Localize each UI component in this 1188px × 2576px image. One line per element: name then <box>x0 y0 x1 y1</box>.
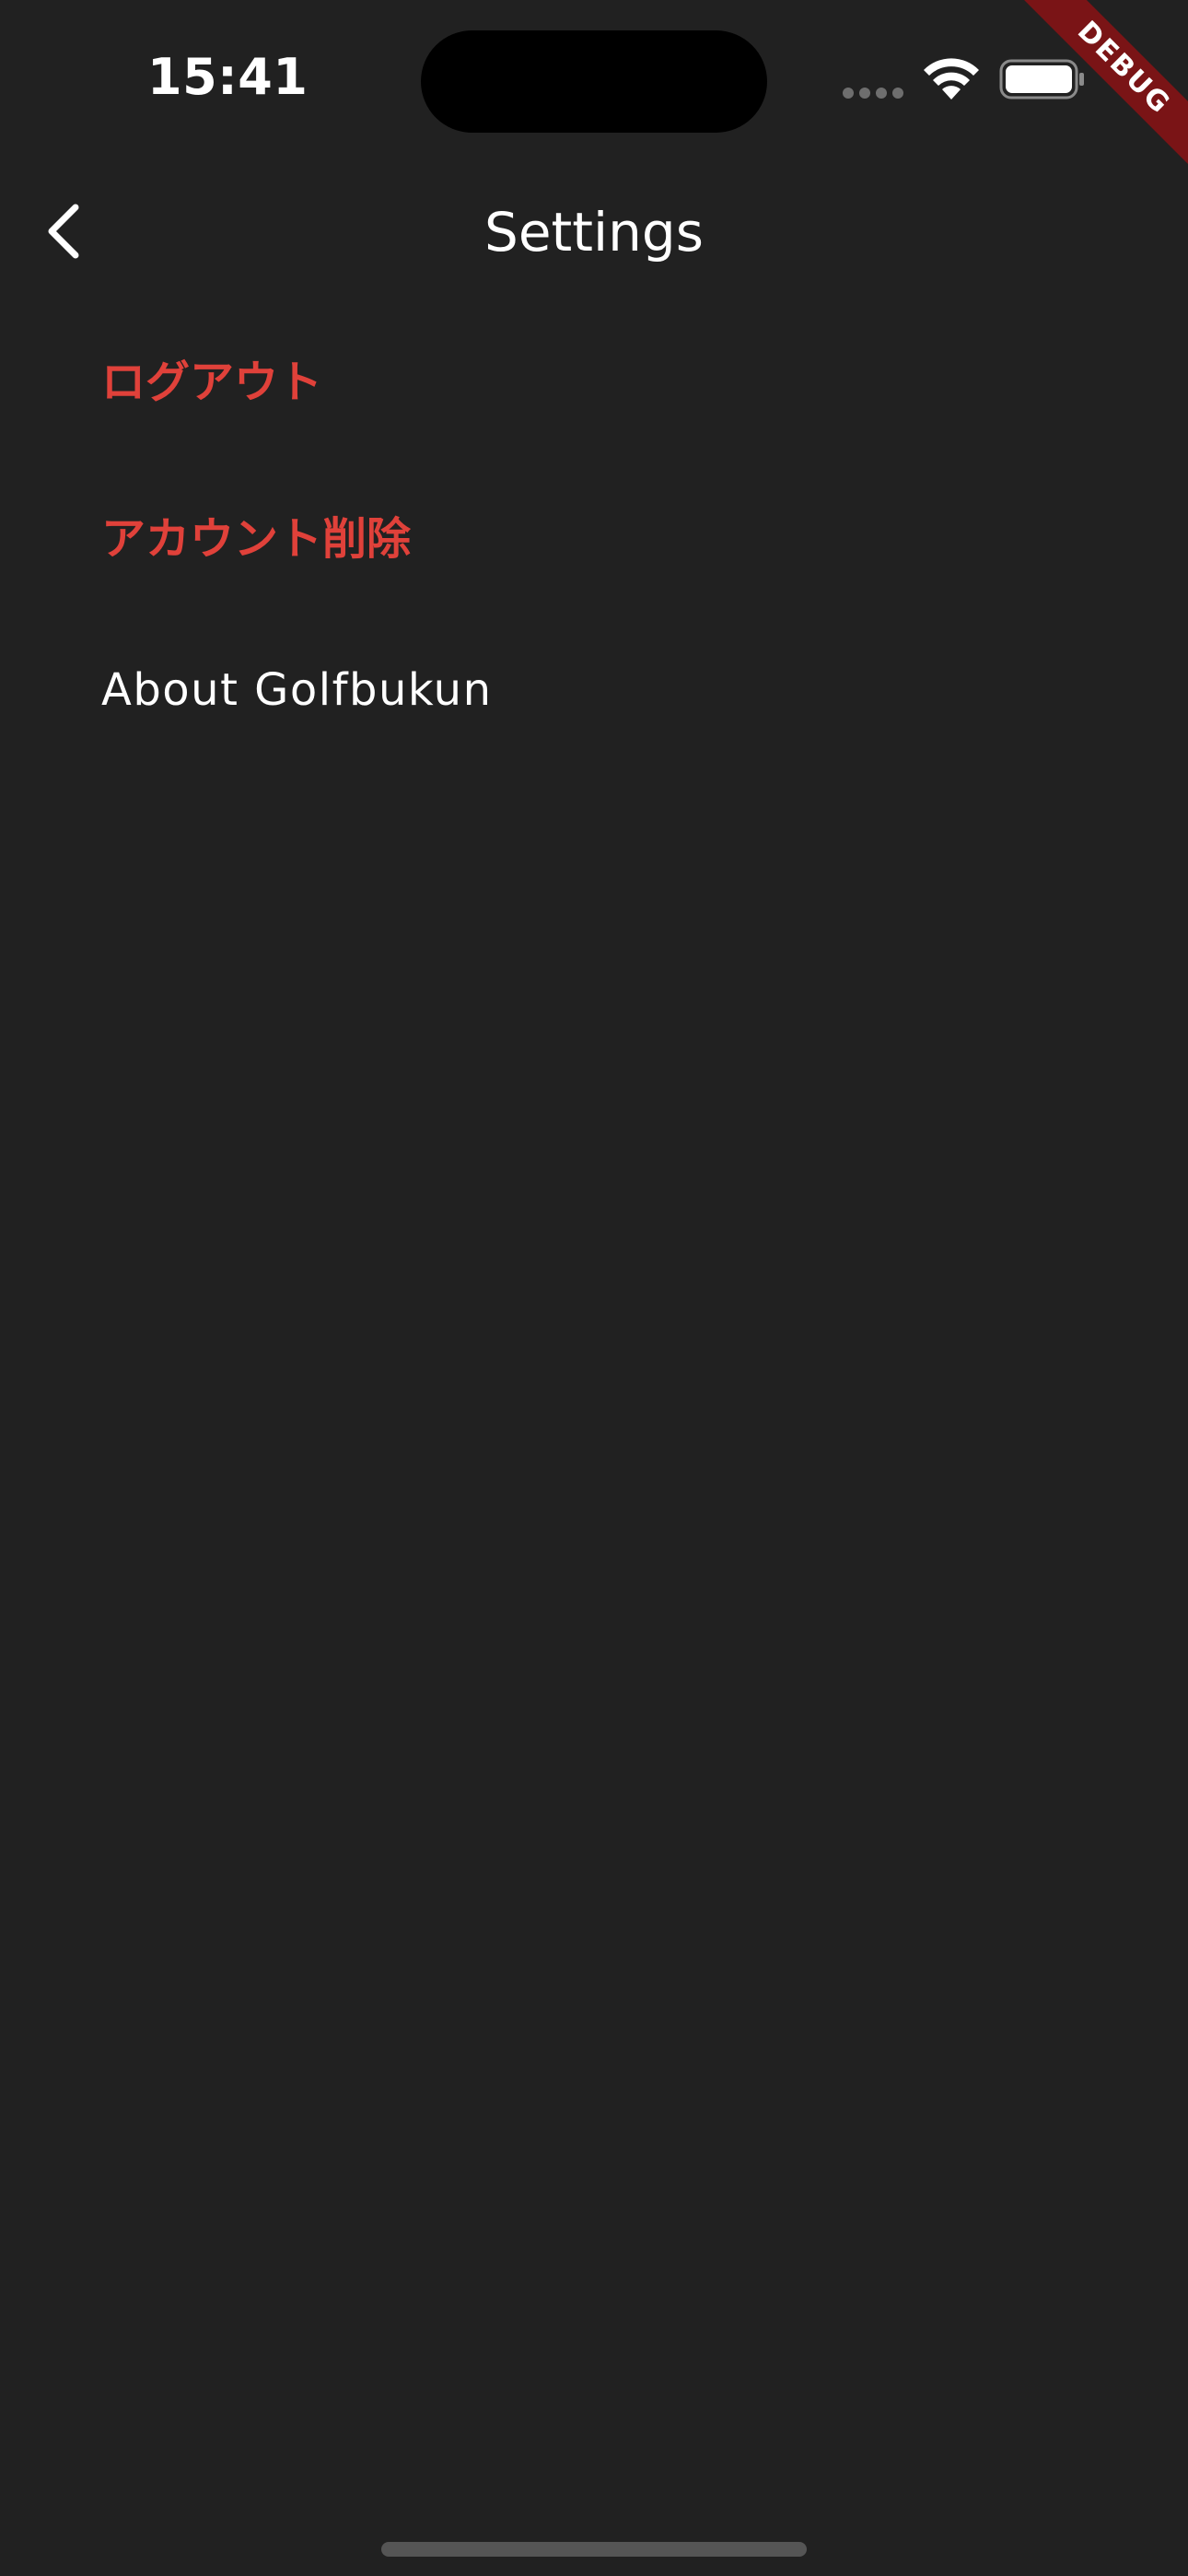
back-button[interactable] <box>26 190 99 273</box>
delete-account-menu-item[interactable]: アカウント削除 <box>0 457 1188 612</box>
logout-label: ログアウト <box>101 357 323 408</box>
about-menu-item[interactable]: About Golfbukun <box>0 613 1188 767</box>
battery-icon <box>999 59 1084 100</box>
settings-screen: 15:41 DEBUG Settings ログアウト アカウント削除 About… <box>0 0 1188 2576</box>
logout-menu-item[interactable]: ログアウト <box>0 300 1188 455</box>
about-label: About Golfbukun <box>101 664 493 716</box>
delete-account-label: アカウント削除 <box>101 513 412 565</box>
status-time: 15:41 <box>147 48 309 106</box>
dynamic-island <box>421 30 767 133</box>
wifi-icon <box>924 58 979 100</box>
chevron-left-icon <box>48 204 79 259</box>
page-title: Settings <box>484 201 704 263</box>
debug-banner: DEBUG <box>967 0 1188 221</box>
home-indicator[interactable] <box>381 2542 807 2557</box>
cellular-signal-icon <box>843 88 903 99</box>
